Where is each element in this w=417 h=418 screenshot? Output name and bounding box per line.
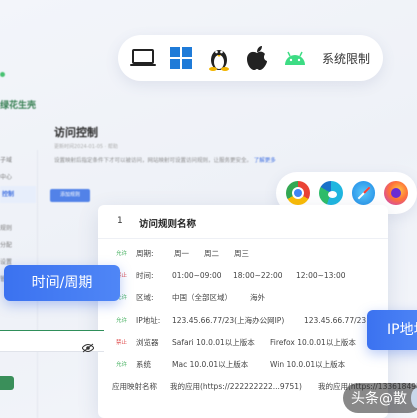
panel-header: 1 访问规则名称 bbox=[98, 205, 388, 239]
watermark: 头条@散 bbox=[343, 383, 417, 413]
time-period-pill: 时间/周期 bbox=[4, 265, 120, 301]
safari-icon bbox=[351, 181, 376, 205]
period-value: 周二 bbox=[204, 249, 219, 258]
os-restriction-card: 系统限制 bbox=[118, 35, 383, 81]
eye-icon[interactable] bbox=[81, 338, 95, 357]
page-title: 访问控制 bbox=[54, 126, 98, 139]
apple-icon bbox=[244, 45, 270, 71]
rule-row-system: 允许 系统 Mac 10.0.01以上版本 Win 10.0.01以上版本 bbox=[98, 354, 388, 376]
row-label: 浏览器 bbox=[136, 338, 159, 347]
time-value: 01:00~09:00 bbox=[172, 271, 222, 280]
allow-tag: 允许 bbox=[116, 318, 128, 324]
region-value: 中国（全部区域） bbox=[172, 293, 232, 302]
rule-number: 1 bbox=[117, 216, 123, 226]
sidebar-item[interactable]: 子域 bbox=[0, 152, 36, 169]
rule-row-period: 允许 周期: 周一 周二 周三 bbox=[98, 243, 388, 265]
region-value: 海外 bbox=[250, 293, 265, 302]
windows-icon bbox=[168, 45, 194, 71]
access-rules-panel: 1 访问规则名称 允许 周期: 周一 周二 周三 禁止 时间: 01:00~09… bbox=[98, 205, 417, 418]
page-subtitle: 更新时间2024-01-05 · 帮助 bbox=[54, 144, 118, 150]
avatar bbox=[411, 388, 417, 408]
system-value: Mac 10.0.01以上版本 bbox=[172, 360, 249, 369]
allow-tag: 允许 bbox=[116, 362, 128, 368]
row-label: 时间: bbox=[136, 271, 154, 280]
rule-row-ip: 允许 IP地址: 123.45.66.77/23(上海办公网IP) 123.45… bbox=[98, 310, 388, 332]
description-text: 设置映射后指定条件下才可以被访问，网站映射可设置访问规则，让服务更安全。 bbox=[54, 158, 253, 164]
learn-more-link[interactable]: 了解更多 bbox=[254, 158, 276, 164]
app-mapping-value: 我的应用(https://222222222...9751) bbox=[170, 382, 302, 391]
rule-row-region: 允许 区域: 中国（全部区域） 海外 bbox=[98, 287, 388, 309]
ip-value: 123.45.66.77/23(上海办公网IP) bbox=[172, 316, 285, 325]
rule-row-browser: 禁止 浏览器 Safari 10.0.01以上版本 Firefox 10.0.0… bbox=[98, 332, 388, 354]
rule-row-time: 禁止 时间: 01:00~09:00 18:00~22:00 12:00~13:… bbox=[98, 265, 388, 287]
watermark-text: 头条@散 bbox=[351, 391, 407, 407]
browser-value: Firefox 10.0.01以上版本 bbox=[270, 338, 356, 347]
row-label: 区域: bbox=[136, 293, 154, 302]
android-icon bbox=[282, 45, 308, 71]
row-label: 系统 bbox=[136, 360, 151, 369]
page-description: 设置映射后指定条件下才可以被访问，网站映射可设置访问规则，让服务更安全。 了解更… bbox=[54, 156, 276, 164]
edge-icon bbox=[318, 181, 343, 205]
chrome-icon bbox=[286, 181, 310, 205]
sidebar-item[interactable]: 分配 bbox=[0, 237, 36, 254]
system-value: Win 10.0.01以上版本 bbox=[270, 360, 346, 369]
ip-value: 123.45.66.77/23 bbox=[304, 316, 367, 325]
sidebar-item[interactable]: 中心 bbox=[0, 169, 36, 186]
row-label: IP地址: bbox=[136, 316, 161, 325]
brand-name: 绿花生壳 bbox=[0, 101, 37, 111]
laptop-icon bbox=[130, 45, 156, 71]
deny-tag: 禁止 bbox=[116, 340, 128, 346]
browser-value: Safari 10.0.01以上版本 bbox=[172, 338, 255, 347]
brand-logo-dot bbox=[0, 72, 5, 77]
os-restriction-label: 系统限制 bbox=[322, 51, 371, 66]
sidebar-item-access-control[interactable]: 控制 bbox=[0, 186, 36, 203]
row-label: 应用映射名称 bbox=[112, 382, 157, 391]
rule-title: 访问规则名称 bbox=[139, 219, 197, 230]
linux-icon bbox=[206, 45, 232, 71]
sidebar-item[interactable]: 规则 bbox=[0, 220, 36, 237]
time-value: 18:00~22:00 bbox=[233, 271, 283, 280]
side-toggle-button[interactable] bbox=[0, 376, 14, 390]
add-rule-button[interactable]: 添加规则 bbox=[50, 189, 90, 202]
time-value: 12:00~13:00 bbox=[296, 271, 346, 280]
sidebar-item[interactable] bbox=[0, 203, 36, 220]
allow-tag: 允许 bbox=[116, 251, 128, 257]
firefox-icon bbox=[384, 181, 408, 205]
ip-address-pill: IP地址 bbox=[367, 310, 417, 350]
period-value: 周一 bbox=[174, 249, 189, 258]
period-value: 周三 bbox=[234, 249, 249, 258]
row-label: 周期: bbox=[136, 249, 154, 258]
